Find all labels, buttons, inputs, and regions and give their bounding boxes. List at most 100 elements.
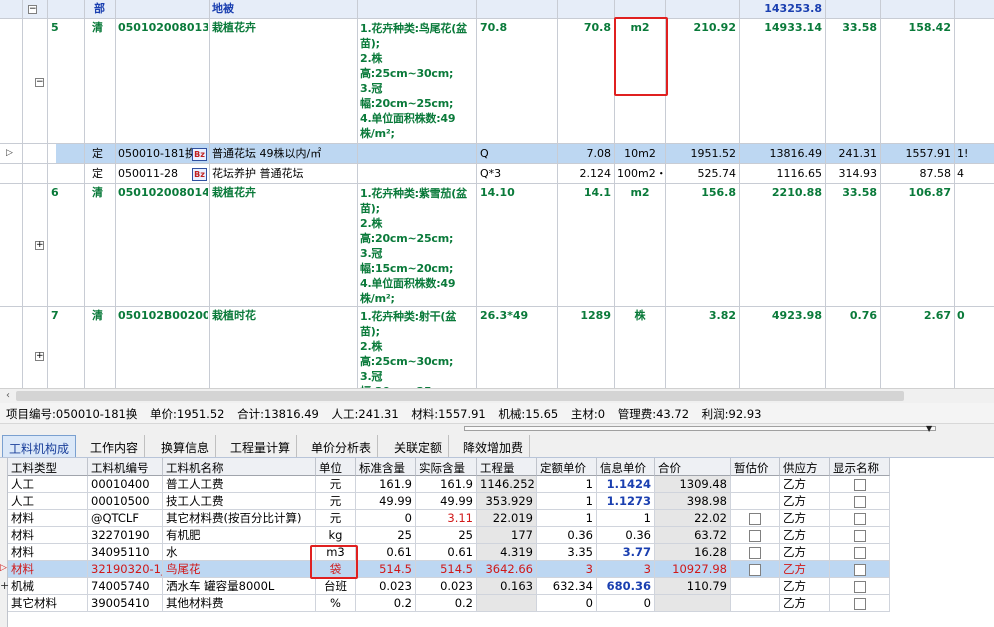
cell-act[interactable]: 49.99 xyxy=(416,493,477,510)
cell-show[interactable] xyxy=(830,476,890,493)
row-name[interactable]: 栽植花卉 xyxy=(210,185,356,201)
cell-name[interactable]: 其它材料费(按百分比计算) xyxy=(163,510,316,527)
row-expr[interactable]: 26.3*49 xyxy=(478,308,556,324)
cell-act[interactable]: 25 xyxy=(416,527,477,544)
cell-show[interactable] xyxy=(830,527,890,544)
row-expr[interactable]: Q*3 xyxy=(478,166,556,182)
estimate-checkbox[interactable] xyxy=(749,546,761,559)
header-display-name[interactable]: 显示名称 xyxy=(830,458,890,476)
tab-materials[interactable]: 工料机构成 xyxy=(2,435,77,457)
header-std-qty[interactable]: 标准含量 xyxy=(356,458,416,476)
estimate-checkbox[interactable] xyxy=(749,563,761,576)
splitter-handle[interactable] xyxy=(464,426,936,431)
row-desc[interactable]: 1.花卉种类:鸟尾花(盆苗); 2.株高:25cm~30cm; 3.冠幅:20c… xyxy=(358,20,476,142)
row-desc[interactable]: 1.花卉种类:射干(盆苗); 2.株高:25cm~30cm; 3.冠幅:20cm… xyxy=(358,308,476,388)
header-supplier[interactable]: 供应方 xyxy=(780,458,830,476)
cell-supplier[interactable]: 乙方 xyxy=(780,544,830,561)
display-name-checkbox[interactable] xyxy=(853,529,866,542)
row-unit[interactable]: 10m2 xyxy=(615,146,665,162)
cell-std[interactable]: 0.61 xyxy=(356,544,416,561)
header-total[interactable]: 合价 xyxy=(655,458,731,476)
scroll-left-icon[interactable]: ‹ xyxy=(2,391,14,401)
row-unit[interactable]: 株 xyxy=(615,308,665,324)
cell-supplier[interactable]: 乙方 xyxy=(780,561,830,578)
cell-name[interactable]: 水 xyxy=(163,544,316,561)
display-name-checkbox[interactable] xyxy=(853,546,866,559)
tab-conversion[interactable]: 换算信息 xyxy=(155,435,217,457)
header-type[interactable]: 工料类型 xyxy=(8,458,88,476)
tab-quantity-calc[interactable]: 工程量计算 xyxy=(224,435,298,457)
cell-std[interactable]: 0 xyxy=(356,510,416,527)
cell-show[interactable] xyxy=(830,510,890,527)
cell-iprice[interactable]: 680.36 xyxy=(597,578,655,595)
row-code[interactable]: 050102008014 xyxy=(116,185,208,201)
collapse-down-icon[interactable]: ▼ xyxy=(926,424,932,433)
row-qty[interactable]: 7.08 xyxy=(558,146,613,162)
cell-supplier[interactable]: 乙方 xyxy=(780,510,830,527)
header-quota-price[interactable]: 定额单价 xyxy=(537,458,597,476)
cell-show[interactable] xyxy=(830,578,890,595)
cell-est[interactable] xyxy=(731,510,780,527)
cell-show[interactable] xyxy=(830,561,890,578)
cell-std[interactable]: 514.5 xyxy=(356,561,416,578)
cell-iprice[interactable]: 1.1273 xyxy=(597,493,655,510)
cell-act[interactable]: 161.9 xyxy=(416,476,477,493)
cell-iprice[interactable]: 3 xyxy=(597,561,655,578)
cell-est[interactable] xyxy=(731,544,780,561)
expand-icon[interactable]: + xyxy=(35,352,44,361)
cell-std[interactable]: 49.99 xyxy=(356,493,416,510)
cell-std[interactable]: 0.023 xyxy=(356,578,416,595)
cell-supplier[interactable]: 乙方 xyxy=(780,527,830,544)
cell-iprice[interactable]: 1 xyxy=(597,510,655,527)
cell-name[interactable]: 有机肥 xyxy=(163,527,316,544)
cell-name[interactable]: 其他材料费 xyxy=(163,595,316,612)
cell-supplier[interactable]: 乙方 xyxy=(780,578,830,595)
cell-supplier[interactable]: 乙方 xyxy=(780,595,830,612)
cell-name[interactable]: 洒水车 罐容量8000L xyxy=(163,578,316,595)
cell-iprice[interactable]: 0 xyxy=(597,595,655,612)
cell-std[interactable]: 25 xyxy=(356,527,416,544)
row-name[interactable]: 栽植时花 xyxy=(210,308,356,324)
row-desc[interactable]: 1.花卉种类:紫雪茄(盆苗); 2.株高:20cm~25cm; 3.冠幅:15c… xyxy=(358,185,476,305)
estimate-checkbox[interactable] xyxy=(749,529,761,542)
row-qty[interactable]: 2.124 xyxy=(558,166,613,182)
cell-iprice[interactable]: 0.36 xyxy=(597,527,655,544)
expand-icon[interactable]: + xyxy=(0,579,9,592)
cell-name[interactable]: 普工人工费 xyxy=(163,476,316,493)
header-actual-qty[interactable]: 实际含量 xyxy=(416,458,477,476)
cell-show[interactable] xyxy=(830,544,890,561)
cell-act[interactable]: 3.11 xyxy=(416,510,477,527)
tab-work-content[interactable]: 工作内容 xyxy=(84,435,146,457)
display-name-checkbox[interactable] xyxy=(853,563,866,576)
cell-est[interactable] xyxy=(731,493,780,510)
cell-est[interactable] xyxy=(731,527,780,544)
panel-splitter[interactable]: ▼ xyxy=(0,423,994,433)
cell-est[interactable] xyxy=(731,476,780,493)
cell-std[interactable]: 161.9 xyxy=(356,476,416,493)
cell-name[interactable]: 技工人工费 xyxy=(163,493,316,510)
row-qty[interactable]: 14.1 xyxy=(558,185,613,201)
display-name-checkbox[interactable] xyxy=(853,580,866,593)
header-name[interactable]: 工料机名称 xyxy=(163,458,316,476)
row-code[interactable]: 050102B002001 xyxy=(116,308,208,324)
row-unit[interactable]: m2 xyxy=(615,185,665,201)
cell-est[interactable] xyxy=(731,578,780,595)
header-info-price[interactable]: 信息单价 xyxy=(597,458,655,476)
cell-name[interactable]: 鸟尾花 xyxy=(163,561,316,578)
cell-supplier[interactable]: 乙方 xyxy=(780,493,830,510)
cell-est[interactable] xyxy=(731,561,780,578)
tab-related-quota[interactable]: 关联定额 xyxy=(388,435,450,457)
row-qty[interactable]: 70.8 xyxy=(558,20,613,36)
estimate-checkbox[interactable] xyxy=(749,512,761,525)
tab-price-analysis[interactable]: 单价分析表 xyxy=(305,435,379,457)
cell-std[interactable]: 0.2 xyxy=(356,595,416,612)
row-code[interactable]: 050102008013 xyxy=(116,20,208,36)
row-expr[interactable]: Q xyxy=(478,146,556,162)
header-estimate[interactable]: 暂估价 xyxy=(731,458,780,476)
row-unit[interactable]: 100m2・月 xyxy=(615,166,665,182)
expand-icon[interactable]: + xyxy=(35,241,44,250)
cell-est[interactable] xyxy=(731,595,780,612)
display-name-checkbox[interactable] xyxy=(853,597,866,610)
cell-iprice[interactable]: 1.1424 xyxy=(597,476,655,493)
display-name-checkbox[interactable] xyxy=(853,478,866,491)
